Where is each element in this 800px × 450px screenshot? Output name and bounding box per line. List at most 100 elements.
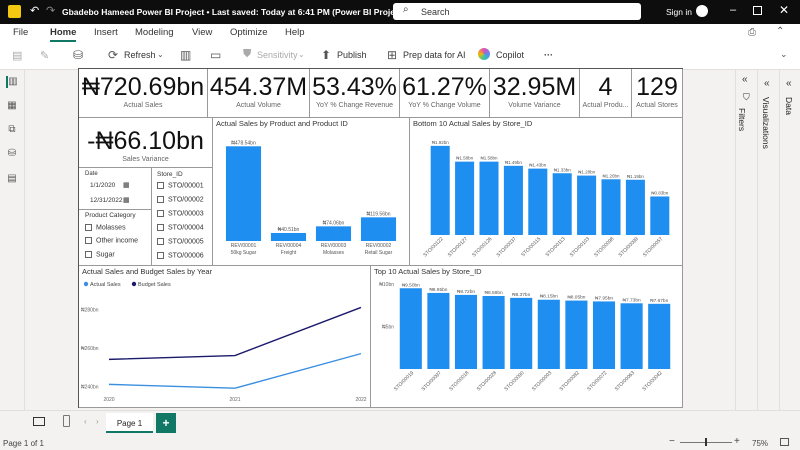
visualizations-pane[interactable]: « Visualizations xyxy=(757,70,779,410)
product-category-slicer[interactable]: Product Category Molasses Other income S… xyxy=(79,210,152,266)
tmdl-view-icon[interactable]: ▤ xyxy=(6,173,18,185)
kpi-value: -₦66.10bn xyxy=(87,127,204,155)
checkbox[interactable] xyxy=(85,251,92,258)
start-date-input[interactable]: 1/1/2020 xyxy=(90,182,115,189)
filters-pane[interactable]: « ⛉ Filters xyxy=(735,70,757,410)
kpi-volume-variance[interactable]: 32.95M Volume Variance xyxy=(490,69,580,118)
clipboard-icon[interactable]: ▤ xyxy=(12,49,22,62)
store-id-slicer[interactable]: Store_ID STO/00001 STO/00002 STO/00003 S… xyxy=(152,168,213,266)
kpi-yoy-volume[interactable]: 61.27% YoY % Change Volume xyxy=(400,69,490,118)
add-page-button[interactable]: + xyxy=(156,413,176,433)
data-label: ₦478.54bn xyxy=(231,140,256,146)
kpi-yoy-revenue[interactable]: 53.43% YoY % Change Revenue xyxy=(310,69,400,118)
kpi-actual-stores[interactable]: 129 Actual Stores xyxy=(632,69,683,118)
page-tab-1[interactable]: Page 1 xyxy=(106,413,153,433)
store-option[interactable]: STO/00006 xyxy=(157,252,204,259)
report-view-icon[interactable]: ▥ xyxy=(6,76,18,88)
side-panes: « ⛉ Filters « Visualizations « Data xyxy=(735,70,800,410)
kpi-actual-products[interactable]: 4 Actual Produ... xyxy=(580,69,632,118)
checkbox[interactable] xyxy=(157,182,164,189)
dax-query-icon[interactable]: ⛁ xyxy=(6,148,18,160)
model-view-icon[interactable]: ⧉ xyxy=(6,124,18,136)
copilot-icon[interactable] xyxy=(478,48,490,60)
minimize-icon[interactable]: – xyxy=(730,4,736,16)
close-icon[interactable]: ✕ xyxy=(779,3,789,17)
calendar-icon[interactable]: ▦ xyxy=(123,196,130,204)
collapse-ribbon-icon[interactable]: ⌃ xyxy=(776,26,784,37)
bar xyxy=(455,161,475,235)
sign-in-link[interactable]: Sign in xyxy=(666,7,692,17)
zoom-out-icon[interactable]: − xyxy=(669,436,675,447)
search-box[interactable]: ⌕ Search xyxy=(393,3,641,20)
tab-view[interactable]: View xyxy=(192,27,212,38)
publish-button[interactable]: Publish xyxy=(337,50,367,60)
more-options-button[interactable]: ··· xyxy=(544,50,553,60)
chart-sales-by-product[interactable]: Actual Sales by Product and Product ID ₦… xyxy=(213,118,410,266)
data-label: ₦1.43bn xyxy=(529,163,547,168)
window-title[interactable]: Gbadebo Hameed Power BI Project • Last s… xyxy=(62,7,405,17)
zoom-in-icon[interactable]: + xyxy=(734,436,740,447)
calendar-icon[interactable]: ▦ xyxy=(123,181,130,189)
tab-optimize[interactable]: Optimize xyxy=(230,27,267,38)
chevron-down-icon[interactable]: ⌄ xyxy=(157,50,164,59)
prep-data-button[interactable]: Prep data for AI xyxy=(403,50,466,60)
tab-modeling[interactable]: Modeling xyxy=(135,27,174,38)
store-option[interactable]: STO/00005 xyxy=(157,238,204,245)
data-source-icon[interactable]: ⛁ xyxy=(73,48,83,62)
chart-bottom10-stores[interactable]: Bottom 10 Actual Sales by Store_ID ₦1.92… xyxy=(410,118,683,266)
tab-help[interactable]: Help xyxy=(285,27,305,38)
sensitivity-chevron-icon[interactable]: ⌄ xyxy=(298,50,305,59)
kpi-actual-sales[interactable]: ₦720.69bn Actual Sales xyxy=(79,69,208,118)
zoom-thumb[interactable] xyxy=(705,438,707,446)
chart-top10-stores[interactable]: Top 10 Actual Sales by Store_ID ₦10bn ₦5b… xyxy=(371,266,683,408)
share-icon[interactable]: ⎙ xyxy=(748,27,756,38)
undo-icon[interactable]: ↶ xyxy=(30,4,39,17)
new-visual-icon[interactable]: ▥ xyxy=(180,48,191,62)
tab-file[interactable]: File xyxy=(13,27,28,38)
publish-icon[interactable]: ⬆ xyxy=(321,48,331,62)
category-option-molasses[interactable]: Molasses xyxy=(85,224,126,231)
next-page-icon[interactable]: › xyxy=(96,417,99,426)
data-pane[interactable]: « Data xyxy=(779,70,800,410)
prep-data-icon[interactable]: ⊞ xyxy=(387,48,397,62)
tab-home[interactable]: Home xyxy=(50,27,77,42)
prev-page-icon[interactable]: ‹ xyxy=(84,417,87,426)
checkbox[interactable] xyxy=(85,224,92,231)
store-option[interactable]: STO/00002 xyxy=(157,196,204,203)
checkbox[interactable] xyxy=(157,238,164,245)
desktop-view-icon[interactable] xyxy=(33,417,45,426)
tab-insert[interactable]: Insert xyxy=(94,27,118,38)
expand-ribbon-icon[interactable]: ⌄ xyxy=(780,49,788,60)
kpi-sales-variance[interactable]: -₦66.10bn Sales Variance xyxy=(79,118,213,168)
checkbox[interactable] xyxy=(157,196,164,203)
checkbox[interactable] xyxy=(85,237,92,244)
category-option-other-income[interactable]: Other income xyxy=(85,237,138,244)
checkbox[interactable] xyxy=(157,252,164,259)
sensitivity-button[interactable]: Sensitivity xyxy=(257,50,298,60)
mobile-view-icon[interactable] xyxy=(63,415,70,427)
store-option[interactable]: STO/00004 xyxy=(157,224,204,231)
format-painter-icon[interactable]: ✎ xyxy=(40,49,49,62)
checkbox[interactable] xyxy=(157,224,164,231)
redo-icon[interactable]: ↷ xyxy=(46,4,55,17)
sensitivity-icon[interactable]: ⛊ xyxy=(243,48,251,61)
checkbox[interactable] xyxy=(157,210,164,217)
category-option-sugar[interactable]: Sugar xyxy=(85,251,115,258)
end-date-input[interactable]: 12/31/2022 xyxy=(90,197,123,204)
store-option[interactable]: STO/00003 xyxy=(157,210,204,217)
maximize-icon[interactable] xyxy=(753,6,762,15)
expand-chevron-icon[interactable]: « xyxy=(742,74,748,85)
date-slicer[interactable]: Date 1/1/2020 ▦ 12/31/2022 ▦ xyxy=(79,168,152,210)
table-view-icon[interactable]: ▦ xyxy=(6,100,18,112)
refresh-icon[interactable]: ⟳ xyxy=(108,48,118,62)
chart-actual-vs-budget[interactable]: Actual Sales and Budget Sales by Year Ac… xyxy=(79,266,371,408)
text-box-icon[interactable]: ▭ xyxy=(210,48,221,62)
copilot-button[interactable]: Copilot xyxy=(496,50,524,60)
avatar-icon[interactable] xyxy=(696,5,708,17)
kpi-actual-volume[interactable]: 454.37M Actual Volume xyxy=(208,69,310,118)
store-option[interactable]: STO/00001 xyxy=(157,182,204,189)
refresh-button[interactable]: Refresh xyxy=(124,50,156,60)
expand-chevron-icon[interactable]: « xyxy=(764,78,770,89)
expand-chevron-icon[interactable]: « xyxy=(786,78,792,89)
fit-page-icon[interactable] xyxy=(780,438,789,446)
